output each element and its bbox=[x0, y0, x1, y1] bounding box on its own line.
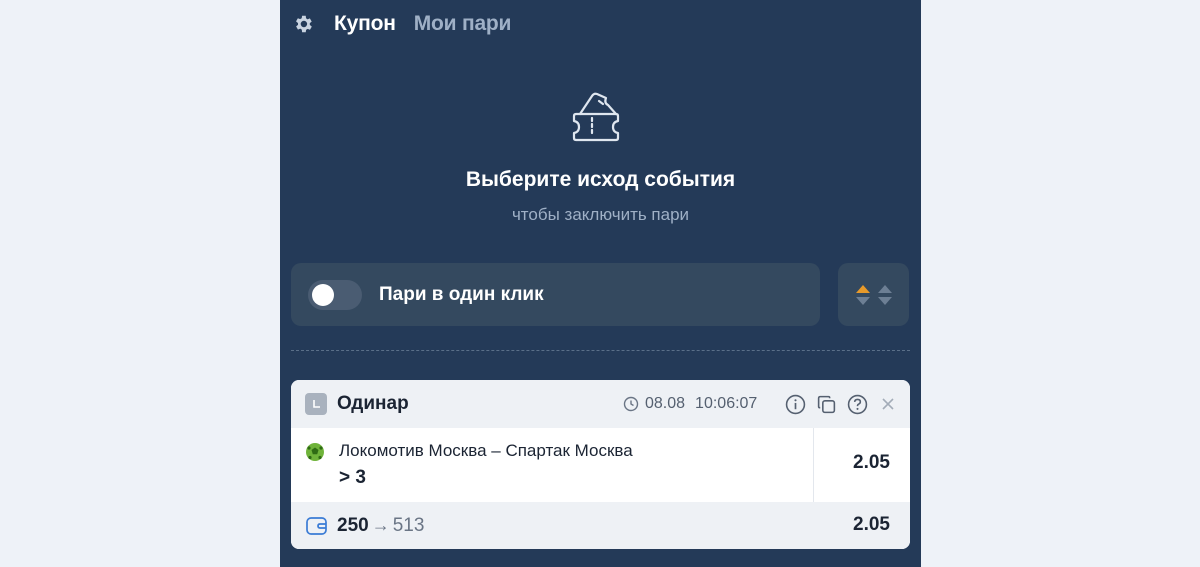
bet-slip-card: Одинар 08.08 10:06:07 Локомотив Москва –… bbox=[291, 380, 910, 549]
ticket-icon bbox=[570, 88, 626, 148]
gear-icon[interactable] bbox=[292, 12, 316, 36]
info-icon[interactable] bbox=[783, 392, 807, 416]
event-outcome: > 3 bbox=[339, 467, 366, 488]
arrow-right: → bbox=[371, 515, 390, 535]
coupon-panel: Купон Мои пари Выберите исход события чт… bbox=[280, 0, 921, 567]
close-icon[interactable] bbox=[876, 392, 900, 416]
dashed-divider bbox=[291, 350, 910, 351]
bet-type-label: Одинар bbox=[337, 393, 409, 414]
bet-time: 10:06:07 bbox=[695, 395, 758, 412]
up-down-arrows-icon bbox=[877, 284, 892, 305]
total-odd: 2.05 bbox=[853, 514, 890, 535]
odds-change-button[interactable] bbox=[838, 263, 909, 326]
tab-my-bets[interactable]: Мои пари bbox=[414, 12, 512, 36]
event-odd: 2.05 bbox=[853, 452, 890, 473]
one-click-toggle[interactable] bbox=[308, 279, 362, 310]
tab-coupon[interactable]: Купон bbox=[334, 12, 396, 36]
clock-icon bbox=[623, 396, 639, 412]
single-bet-icon bbox=[305, 393, 327, 415]
tab-bar: Купон Мои пари bbox=[292, 10, 529, 38]
one-click-bet-row[interactable]: Пари в один клик bbox=[291, 263, 820, 326]
column-divider bbox=[813, 428, 814, 502]
bet-timestamp: 08.08 10:06:07 bbox=[623, 380, 757, 428]
copy-icon[interactable] bbox=[814, 392, 838, 416]
one-click-label: Пари в один клик bbox=[379, 283, 544, 305]
help-icon[interactable] bbox=[845, 392, 869, 416]
bet-date: 08.08 bbox=[645, 395, 686, 412]
empty-state-subtitle: чтобы заключить пари bbox=[511, 205, 690, 224]
football-icon bbox=[305, 442, 325, 462]
toggle-knob bbox=[312, 283, 334, 306]
bet-event-row[interactable]: Локомотив Москва – Спартак Москва > 3 2.… bbox=[291, 428, 910, 502]
up-down-arrows-icon bbox=[855, 284, 870, 305]
event-teams: Локомотив Москва – Спартак Москва bbox=[339, 441, 633, 460]
wallet-icon bbox=[305, 515, 329, 537]
bet-slip-header: Одинар 08.08 10:06:07 bbox=[291, 380, 910, 428]
bet-total-row: 250 → 513 2.05 bbox=[291, 502, 910, 549]
stake-amount: 250 bbox=[337, 514, 369, 536]
empty-state-title: Выберите исход события bbox=[465, 168, 736, 191]
bet-actions bbox=[783, 380, 900, 428]
potential-payout: 513 bbox=[392, 514, 425, 536]
